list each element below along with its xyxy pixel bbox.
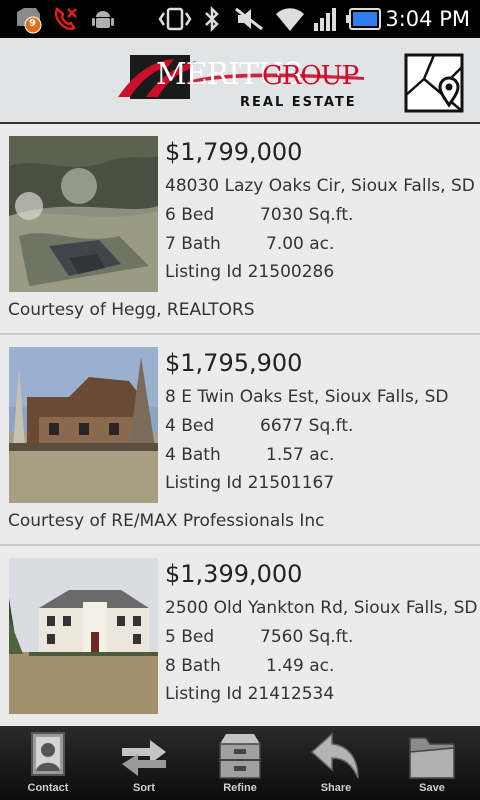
listing-address: 8 E Twin Oaks Est, Sioux Falls, SD [165,387,449,407]
battery-icon [344,5,384,33]
android-debug-icon [90,5,116,33]
listing-acres: 1.57 ac. [266,445,335,465]
vibrate-icon [157,5,193,33]
contact-card-icon [31,732,65,776]
listing-baths: 7 Bath [165,234,221,254]
app-header: MERITUS GROUP REAL ESTATE [0,38,480,124]
wifi-icon [274,5,306,33]
notification-count: 9 [29,18,36,29]
meritus-group-logo: MERITUS GROUP REAL ESTATE [116,51,366,113]
listing-price: $1,799,000 [165,138,303,166]
sort-arrows-icon [122,740,166,776]
listing-list[interactable]: $1,799,000 48030 Lazy Oaks Cir, Sioux Fa… [0,124,480,726]
listing-id: Listing Id 21501167 [165,473,335,493]
map-pin-icon [404,53,464,113]
status-bar: 9 3:04 PM [0,0,480,38]
share-label: Share [320,782,352,794]
refine-button[interactable]: Refine [192,726,288,800]
listing-price: $1,795,900 [165,349,303,377]
missed-call-icon [52,5,80,33]
listing-courtesy: Courtesy of Hegg, REALTORS [8,300,255,320]
bottom-toolbar: Contact Sort Refine Share Save [0,726,480,800]
listing-sqft: 7030 Sq.ft. [260,205,354,225]
status-time: 3:04 PM [385,7,470,31]
bluetooth-icon [202,5,222,33]
contact-label: Contact [27,782,69,794]
share-arrow-icon [310,732,359,779]
listing-beds: 6 Bed [165,205,215,225]
listing-baths: 8 Bath [165,656,221,676]
refine-label: Refine [223,782,257,794]
mute-icon [232,5,266,33]
share-button[interactable]: Share [288,726,384,800]
listing-item[interactable]: $1,799,000 48030 Lazy Oaks Cir, Sioux Fa… [0,124,480,335]
listing-beds: 5 Bed [165,627,215,647]
listing-address: 2500 Old Yankton Rd, Sioux Falls, SD [165,598,478,618]
sort-button[interactable]: Sort [96,726,192,800]
listing-id: Listing Id 21500286 [165,262,335,282]
property-photo [9,347,158,503]
signal-icon [312,5,340,33]
listing-id: Listing Id 21412534 [165,684,335,704]
listing-sqft: 7560 Sq.ft. [260,627,354,647]
folder-icon [409,737,455,779]
logo-group-text: GROUP [262,61,359,91]
file-cabinet-icon [219,734,261,779]
property-photo [9,136,158,292]
listing-beds: 4 Bed [165,416,215,436]
sort-label: Sort [133,782,155,794]
save-button[interactable]: Save [384,726,480,800]
property-photo [9,558,158,714]
listing-baths: 4 Bath [165,445,221,465]
listing-courtesy: Courtesy of RE/MAX Professionals Inc [8,511,325,531]
listing-price: $1,399,000 [165,560,303,588]
listing-acres: 7.00 ac. [266,234,335,254]
listing-item[interactable]: $1,795,900 8 E Twin Oaks Est, Sioux Fall… [0,335,480,546]
contact-button[interactable]: Contact [0,726,96,800]
listing-item[interactable]: $1,399,000 2500 Old Yankton Rd, Sioux Fa… [0,546,480,726]
logo-tagline: REAL ESTATE [240,95,357,110]
map-view-button[interactable] [404,53,464,113]
listing-sqft: 6677 Sq.ft. [260,416,354,436]
listing-acres: 1.49 ac. [266,656,335,676]
save-label: Save [419,782,445,794]
listing-address: 48030 Lazy Oaks Cir, Sioux Falls, SD [165,176,475,196]
notification-icon: 9 [14,5,48,34]
